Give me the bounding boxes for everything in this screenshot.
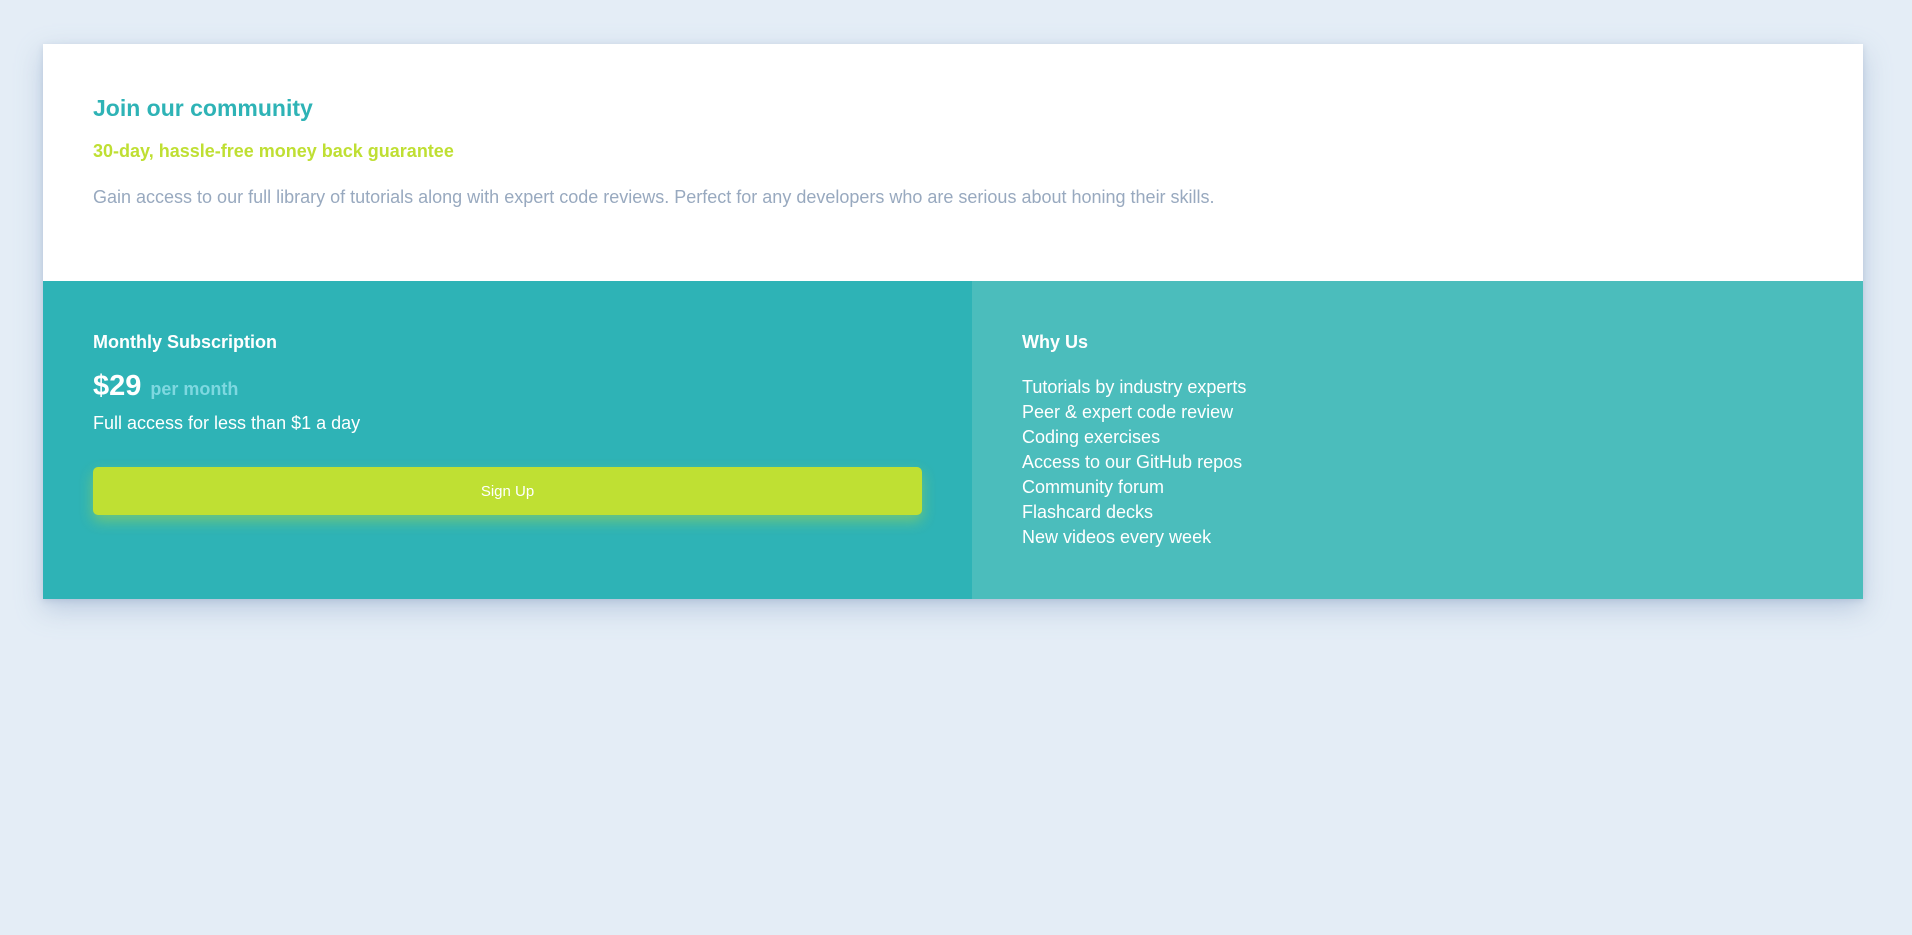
- price-period: per month: [150, 379, 239, 399]
- why-us-item: New videos every week: [1022, 527, 1212, 547]
- intro-section: Join our community 30-day, hassle-free m…: [43, 44, 1863, 281]
- why-us-item: Flashcard decks: [1022, 502, 1154, 522]
- price-amount: $29: [93, 370, 142, 402]
- details-section: Monthly Subscription $29 per month Full …: [43, 281, 1863, 599]
- subscription-title: Monthly Subscription: [93, 332, 277, 352]
- why-us-item: Access to our GitHub repos: [1022, 452, 1243, 472]
- page-title: Join our community: [93, 95, 313, 121]
- subscription-panel: Monthly Subscription $29 per month Full …: [43, 281, 972, 599]
- why-us-item: Coding exercises: [1022, 427, 1161, 447]
- intro-description: Gain access to our full library of tutor…: [93, 187, 1215, 207]
- sign-up-button[interactable]: Sign Up: [93, 467, 922, 515]
- why-us-title: Why Us: [1022, 332, 1089, 352]
- why-us-item: Peer & expert code review: [1022, 402, 1234, 422]
- guarantee-subtitle: 30-day, hassle-free money back guarantee: [93, 141, 454, 161]
- why-us-panel: Why Us Tutorials by industry experts Pee…: [972, 281, 1863, 599]
- why-us-item: Community forum: [1022, 477, 1165, 497]
- subscription-note: Full access for less than $1 a day: [93, 413, 361, 433]
- pricing-card: Join our community 30-day, hassle-free m…: [43, 44, 1863, 599]
- why-us-list: Tutorials by industry experts Peer & exp…: [1022, 375, 1813, 550]
- price-row: $29 per month: [93, 369, 922, 403]
- why-us-item: Tutorials by industry experts: [1022, 377, 1247, 397]
